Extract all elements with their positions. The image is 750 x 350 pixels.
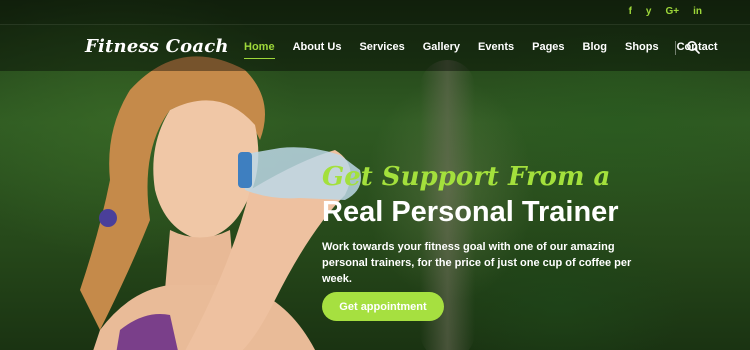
site-logo[interactable]: Fitness Coach (85, 36, 229, 57)
nav-item-events[interactable]: Events (478, 41, 514, 53)
main-navbar: Fitness Coach Home About Us Services Gal… (0, 24, 750, 71)
twitter-icon[interactable]: y (646, 6, 652, 18)
search-icon[interactable] (686, 40, 700, 54)
top-bar: f y G+ in (0, 0, 750, 24)
nav-item-services[interactable]: Services (359, 41, 404, 53)
nav-divider (675, 41, 676, 55)
nav-item-gallery[interactable]: Gallery (423, 41, 460, 53)
nav-item-shops[interactable]: Shops (625, 41, 659, 53)
get-appointment-button[interactable]: Get appointment (322, 292, 444, 321)
nav-item-home[interactable]: Home (244, 41, 275, 59)
hero-headline-script: Get Support From a (322, 162, 611, 192)
nav-item-blog[interactable]: Blog (583, 41, 607, 53)
social-links: f y G+ in (629, 6, 702, 18)
google-plus-icon[interactable]: G+ (665, 6, 679, 18)
nav-item-about-us[interactable]: About Us (293, 41, 342, 53)
hero-banner: f y G+ in Fitness Coach Home About Us Se… (0, 0, 750, 350)
nav-item-pages[interactable]: Pages (532, 41, 564, 53)
hero-description: Work towards your fitness goal with one … (322, 241, 632, 285)
hero-headline-main: Real Personal Trainer (322, 196, 619, 228)
facebook-icon[interactable]: f (629, 6, 632, 18)
main-nav: Home About Us Services Gallery Events Pa… (244, 41, 736, 59)
linkedin-icon[interactable]: in (693, 6, 702, 18)
